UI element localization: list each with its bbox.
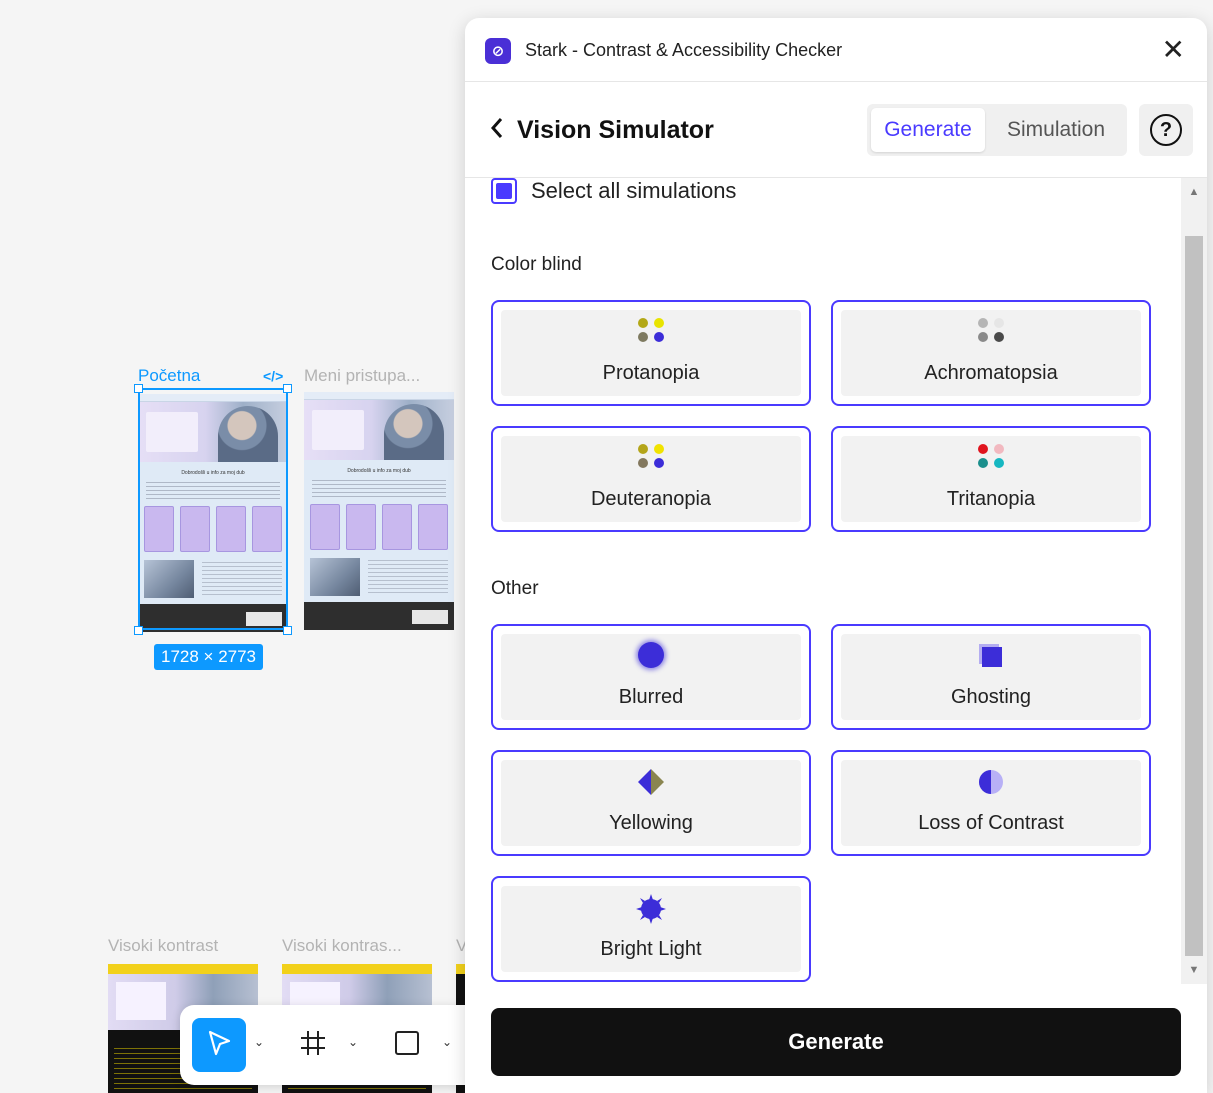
plugin-titlebar: ⊘ Stark - Contrast & Accessibility Check… [465, 18, 1207, 82]
section-title-other: Other [491, 578, 539, 599]
stark-plugin-panel: ⊘ Stark - Contrast & Accessibility Check… [465, 18, 1207, 1093]
sim-card-label: Deuteranopia [590, 488, 712, 510]
protanopia-dots-icon [638, 318, 664, 342]
resize-handle[interactable] [134, 384, 143, 393]
sim-card-blurred[interactable]: Blurred [491, 624, 811, 730]
scrollbar-thumb[interactable] [1185, 236, 1203, 956]
question-icon: ? [1150, 114, 1182, 146]
plugin-header: Vision Simulator Generate Simulation ? [465, 82, 1207, 178]
sim-card-bright-light[interactable]: Bright Light [491, 876, 811, 982]
mode-segmented-control: Generate Simulation [867, 104, 1127, 156]
tab-simulation[interactable]: Simulation [989, 108, 1123, 152]
sim-card-label: Bright Light [600, 938, 702, 960]
chevron-down-icon[interactable]: ⌄ [254, 1035, 264, 1049]
chevron-down-icon[interactable]: ⌄ [442, 1035, 452, 1049]
close-icon[interactable]: ✕ [1162, 36, 1185, 64]
sim-card-label: Yellowing [609, 812, 693, 834]
back-chevron-icon[interactable] [489, 116, 505, 147]
scrollbar[interactable]: ▲ ▼ [1181, 178, 1207, 984]
yellowing-diamond-icon [637, 768, 665, 801]
square-icon [392, 1028, 422, 1063]
frame-label-visoki-kontrast-2[interactable]: Visoki kontras... [282, 936, 402, 956]
sim-card-label: Ghosting [950, 686, 1032, 708]
resize-handle[interactable] [283, 626, 292, 635]
select-all-checkbox[interactable] [491, 178, 517, 204]
deuteranopia-dots-icon [638, 444, 664, 468]
sim-card-ghosting[interactable]: Ghosting [831, 624, 1151, 730]
tab-generate[interactable]: Generate [871, 108, 985, 152]
scroll-up-icon[interactable]: ▲ [1181, 186, 1207, 198]
selection-outline [138, 388, 288, 630]
page-title: Vision Simulator [517, 116, 714, 144]
frame-tool-button[interactable] [286, 1018, 340, 1072]
shape-tool-button[interactable] [380, 1018, 434, 1072]
cursor-arrow-icon [204, 1028, 234, 1063]
sim-card-label: Achromatopsia [924, 362, 1058, 384]
sim-card-protanopia[interactable]: Protanopia [491, 300, 811, 406]
frame-label-meni[interactable]: Meni pristupa... [304, 366, 420, 386]
ghosting-square-icon [977, 642, 1005, 675]
frame-label-visoki-kontrast[interactable]: Visoki kontrast [108, 936, 218, 956]
help-button[interactable]: ? [1139, 104, 1193, 156]
hash-frame-icon [298, 1028, 328, 1063]
resize-handle[interactable] [283, 384, 292, 393]
plugin-title: Stark - Contrast & Accessibility Checker [525, 40, 843, 60]
sim-card-label: Protanopia [602, 362, 700, 384]
chevron-down-icon[interactable]: ⌄ [348, 1035, 358, 1049]
section-title-color-blind: Color blind [491, 254, 582, 275]
blurred-circle-icon [638, 642, 664, 668]
simulations-scroll-area[interactable]: Select all simulations Color blind Prota… [465, 178, 1181, 984]
stark-logo-icon: ⊘ [485, 38, 511, 64]
sim-card-label: Blurred [618, 686, 684, 708]
resize-handle[interactable] [134, 626, 143, 635]
sim-card-yellowing[interactable]: Yellowing [491, 750, 811, 856]
scroll-down-icon[interactable]: ▼ [1181, 964, 1207, 976]
sim-card-loss-of-contrast[interactable]: Loss of Contrast [831, 750, 1151, 856]
generate-button[interactable]: Generate [491, 1008, 1181, 1076]
sim-card-achromatopsia[interactable]: Achromatopsia [831, 300, 1151, 406]
frame-thumbnail-meni[interactable]: Dobrodošli u info za moj dub [304, 392, 454, 630]
selection-dimensions: 1728 × 2773 [154, 644, 264, 670]
thumb-title: Dobrodošli u info za moj dub [347, 468, 411, 474]
select-all-row[interactable]: Select all simulations [491, 178, 736, 204]
frame-label-pocetna[interactable]: Početna [138, 366, 200, 386]
sim-card-deuteranopia[interactable]: Deuteranopia [491, 426, 811, 532]
select-all-label: Select all simulations [531, 178, 737, 203]
canvas-toolbar: ⌄ ⌄ ⌄ [180, 1005, 480, 1085]
move-tool-button[interactable] [192, 1018, 246, 1072]
achromatopsia-dots-icon [978, 318, 1004, 342]
sunburst-icon [636, 894, 666, 929]
tritanopia-dots-icon [978, 444, 1004, 468]
sim-card-tritanopia[interactable]: Tritanopia [831, 426, 1151, 532]
contrast-half-circle-icon [977, 768, 1005, 801]
sim-card-label: Loss of Contrast [918, 812, 1064, 834]
code-icon[interactable]: </> [263, 368, 283, 384]
sim-card-label: Tritanopia [946, 488, 1036, 510]
